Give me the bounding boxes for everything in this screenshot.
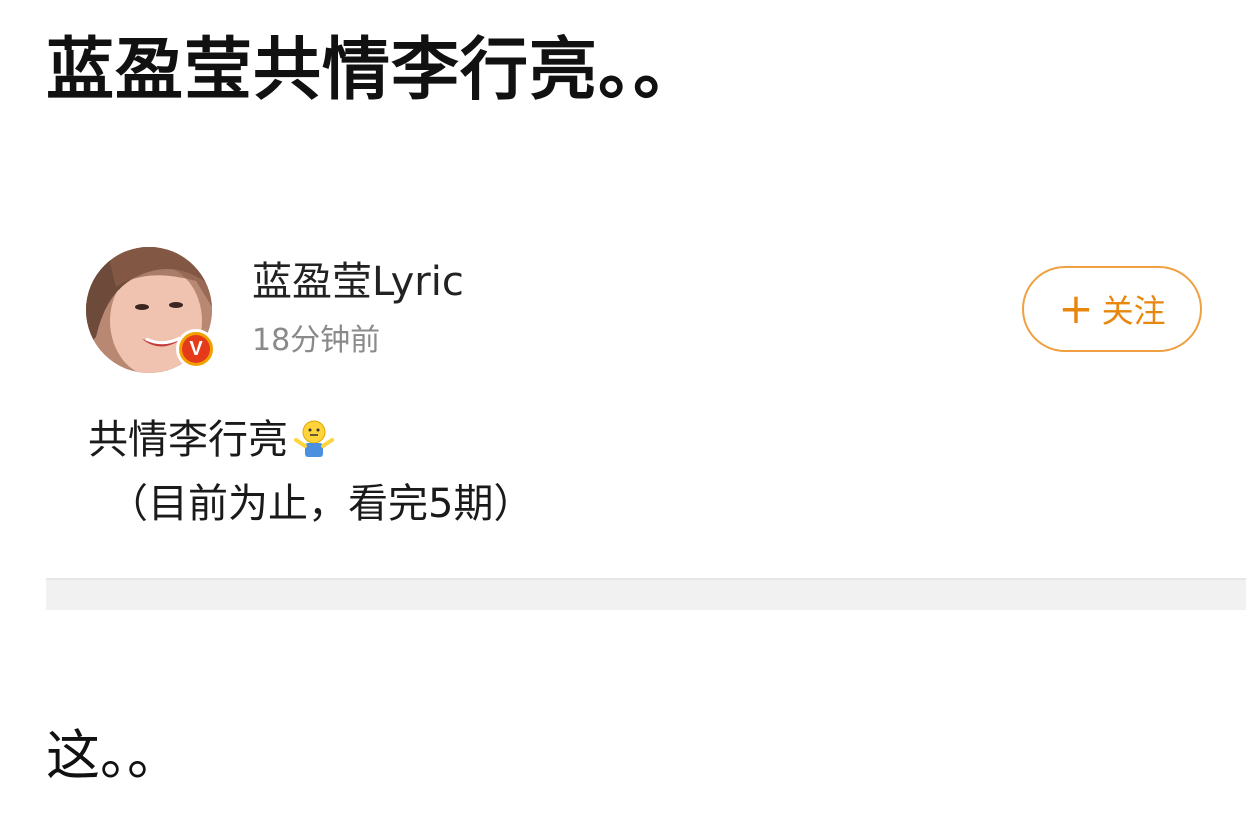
post-text-line-1: 共情李行亮 [88, 416, 336, 464]
headline: 蓝盈莹共情李行亮。。 [46, 31, 703, 110]
plus-icon: + [1058, 284, 1094, 333]
post-text-line-2: （目前为止，看完5期） [108, 481, 534, 527]
footer-text: 这。。 [46, 724, 181, 787]
author-avatar[interactable]: V [86, 247, 216, 373]
weibo-post-card: V 蓝盈莹Lyric 18分钟前 + 关注 共情李行亮 （目前为止，看完5期） [46, 240, 1246, 580]
follow-button-label: 关注 [1101, 292, 1166, 330]
section-divider [46, 578, 1246, 610]
post-timestamp: 18分钟前 [252, 323, 381, 358]
author-name[interactable]: 蓝盈莹Lyric [252, 258, 464, 306]
verified-badge-letter: V [182, 335, 210, 363]
follow-button[interactable]: + 关注 [1022, 266, 1202, 352]
shrug-emoji-icon [292, 418, 336, 462]
verified-badge-icon: V [176, 329, 216, 369]
post-text-main: 共情李行亮 [88, 417, 288, 463]
